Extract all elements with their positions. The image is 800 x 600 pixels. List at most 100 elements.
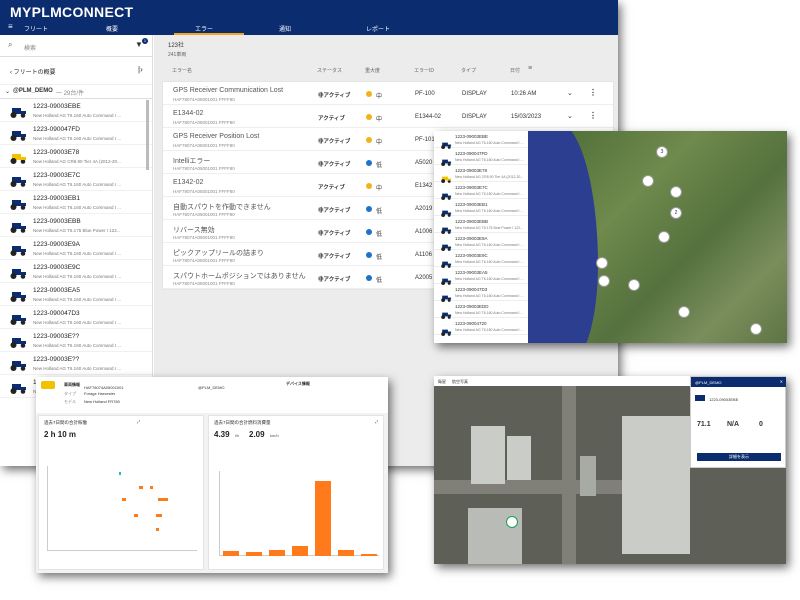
error-type: DISPLAY [462, 114, 487, 120]
vehicle-list-item[interactable]: 1223-09003E78 New Holland AG CR8.90 Tier … [0, 145, 152, 168]
timeline-segment [139, 486, 143, 489]
vehicle-list-item[interactable]: 1223-09003E?? New Holland AG T6.160 Auto … [0, 352, 152, 375]
fleet-overview-link[interactable]: ‹ フリートの概要 [10, 67, 56, 76]
tab-errors[interactable]: エラー [195, 24, 213, 33]
map-list-item[interactable]: 1223-09003EDD New Holland AG T6.160 Auto … [434, 301, 537, 319]
vehicle-list-item[interactable]: 1223-090047FD New Holland AG T6.160 Auto … [0, 122, 152, 145]
fuel-rate-unit: l/h [235, 433, 240, 438]
map-list-item[interactable]: 1223-09003E9A New Holland AG T6.160 Auto … [434, 233, 537, 251]
severity-label: 低 [376, 209, 383, 215]
map-list-item[interactable]: 1223-09003E7C New Holland AG T6.160 Auto … [434, 182, 537, 200]
table-row[interactable]: GPS Receiver Communication Lost HAF78074A… [163, 82, 613, 105]
tractor-pin[interactable] [670, 186, 682, 198]
col-error-id[interactable]: エラーID [414, 67, 434, 74]
details-button[interactable]: 詳細を表示 [697, 453, 781, 461]
vehicle-list-item[interactable]: 1223-09003E7C New Holland AG T6.160 Auto … [0, 168, 152, 191]
tab-fleet[interactable]: フリート [24, 24, 48, 33]
vehicle-list-item[interactable]: 1223-090047D3 New Holland AG T6.160 Auto … [0, 306, 152, 329]
tab-notifications[interactable]: 通知 [279, 24, 291, 33]
map-list-item[interactable]: 1223-09003EBE New Holland AG T6.160 Auto … [434, 131, 537, 149]
tractor-icon [9, 151, 27, 164]
vehicle-id: 1223-09003EA5 [33, 287, 80, 294]
terrain-map[interactable]: 3 2 [528, 131, 787, 343]
fuel-bar [292, 546, 308, 556]
search-input[interactable]: 検索 [24, 43, 36, 52]
col-status[interactable]: ステータス [317, 67, 342, 74]
tractor-pin[interactable] [658, 231, 670, 243]
vehicle-list-item[interactable]: 1223-09003EBB New Holland AG T5.175 Blue … [0, 214, 152, 237]
tab-reports[interactable]: レポート [366, 24, 390, 33]
vehicle-id: 1223-09003EA5 [455, 270, 488, 275]
tractor-icon [9, 197, 27, 210]
tractor-pin[interactable] [598, 275, 610, 287]
vehicle-id: 1223-09003EB1 [455, 202, 488, 207]
vehicle-list-item[interactable]: 1223-09003E9A New Holland AG T6.160 Auto … [0, 237, 152, 260]
model-value: New Holland FR780 [84, 399, 120, 404]
vehicle-model: New Holland AG T6.160 Auto Command I ... [33, 251, 121, 256]
map-list-item[interactable]: 1223-090047D3 New Holland AG T6.160 Auto … [434, 284, 537, 302]
vehicle-list-item[interactable]: 1223-09003EB1 New Holland AG T6.160 Auto … [0, 191, 152, 214]
close-icon[interactable]: ✕ [780, 379, 783, 384]
vehicle-id: 1223-09004720 [455, 321, 487, 326]
error-name: E1344-02 [173, 110, 204, 117]
sort-icon[interactable]: ≡ [528, 65, 532, 72]
severity-label: 低 [376, 232, 383, 238]
chevron-down-icon[interactable]: ⌄ [567, 89, 573, 97]
vehicle-model: New Holland AG T5.175 Blue Power I 122..… [455, 226, 524, 230]
collapse-icon[interactable]: |› [138, 65, 143, 74]
expand-icon[interactable]: ⤢ [137, 419, 140, 424]
scrollbar[interactable] [146, 100, 149, 170]
fuel-panel: 過去7日間の合計燃料消費量 4.39 l/h 2.09 km/h ⤢ [208, 415, 384, 570]
severity-dot [366, 91, 372, 97]
vehicle-list-item[interactable]: 1223-09003EA5 New Holland AG T6.160 Auto … [0, 283, 152, 306]
tractor-pin[interactable] [596, 257, 608, 269]
tractor-icon [9, 312, 27, 325]
cluster-pin[interactable]: 3 [656, 146, 668, 158]
col-type[interactable]: タイプ [461, 67, 476, 74]
cluster-pin[interactable]: 2 [670, 207, 682, 219]
severity-label: 中 [376, 117, 383, 123]
severity-dot [366, 137, 372, 143]
tractor-pin[interactable] [750, 323, 762, 335]
expand-icon[interactable]: ⤢ [375, 419, 378, 424]
kebab-menu-icon[interactable]: ⋮ [589, 88, 597, 97]
vehicle-model: New Holland AG T6.160 Auto Command I ... [33, 320, 121, 325]
status-label: 非アクティブ [318, 277, 351, 283]
map-list-item[interactable]: 1223-09003E9C New Holland AG T6.160 Auto … [434, 250, 537, 268]
tractor-pin[interactable] [506, 516, 518, 528]
tab-overview[interactable]: 概要 [106, 24, 118, 33]
vehicle-list-item[interactable]: 1223-09003EBE New Holland AG T6.160 Auto … [0, 99, 152, 122]
map-list-item[interactable]: 1223-09003EB1 New Holland AG T6.160 Auto … [434, 199, 537, 217]
chevron-down-icon[interactable]: ⌄ [567, 112, 573, 120]
error-vin: HAF78074A05001001 FFFF80 [173, 258, 235, 263]
col-error-name[interactable]: エラー名 [172, 67, 192, 74]
popup-value-1: 71.1 [697, 421, 711, 428]
map-list-item[interactable]: 1223-09003E78 New Holland AG CR8.90 Tier … [434, 165, 537, 183]
fuel-bar [223, 551, 240, 556]
nav-tabs: ≡ フリート 概要 エラー 通知 レポート [0, 22, 618, 35]
map-list-item[interactable]: 1223-090047FD New Holland AG T6.160 Auto … [434, 148, 537, 166]
vehicle-list-item[interactable]: 1223-09003E?? New Holland AG T6.160 Auto … [0, 329, 152, 352]
table-row[interactable]: E1344-02 HAF78074A05001001 FFFF80 アクティブ 中 E1… [163, 105, 613, 128]
map-list-item[interactable]: 1223-09003EA5 New Holland AG T6.160 Auto … [434, 267, 537, 285]
map-list-item[interactable]: 1223-09004720 New Holland AG T6.160 Auto … [434, 318, 537, 336]
vehicle-info-header: 車両情報 タイプ Forage Harvester モデル New Hollan… [36, 377, 388, 413]
kebab-menu-icon[interactable]: ⋮ [589, 111, 597, 120]
col-date[interactable]: 日付 [510, 67, 520, 74]
tab-aerial[interactable]: 航空写真 [452, 379, 468, 385]
col-severity[interactable]: 重大度 [365, 67, 380, 74]
map-list-item[interactable]: 1223-09003EBB New Holland AG T5.175 Blue … [434, 216, 537, 234]
panel-title: 過去7日間の合計燃料消費量 [214, 420, 271, 425]
table-header: エラー名 ステータス 重大度 エラーID タイプ 日付 ≡ [162, 62, 618, 79]
vehicle-info-title: 車両情報 [64, 382, 80, 387]
tractor-pin[interactable] [642, 175, 654, 187]
tab-satellite[interactable]: 衛星 [438, 379, 446, 385]
menu-icon[interactable]: ≡ [8, 22, 13, 31]
tractor-pin[interactable] [678, 306, 690, 318]
group-header[interactable]: ⌄ @PLM_DEMO 一 29台/件 [0, 85, 152, 99]
vehicle-id: 1223-09003EBB [33, 218, 81, 225]
timeline-segment [150, 486, 153, 489]
error-name: リバース無効 [173, 227, 215, 234]
vehicle-list-item[interactable]: 1223-09003E9C New Holland AG T6.160 Auto … [0, 260, 152, 283]
tractor-pin[interactable] [628, 279, 640, 291]
